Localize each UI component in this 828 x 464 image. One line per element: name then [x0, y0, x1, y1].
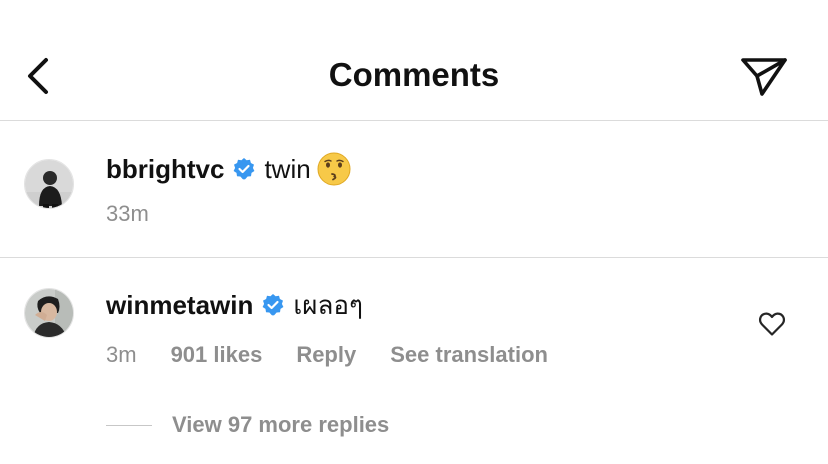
- verified-badge-icon: [262, 294, 284, 316]
- replies-line: [106, 424, 152, 426]
- comment-username[interactable]: bbrightvc: [106, 154, 224, 184]
- view-more-replies-button[interactable]: View 97 more replies: [106, 412, 389, 438]
- header-divider: [0, 120, 828, 121]
- kissing-face-emoji: [317, 152, 351, 186]
- comment-meta: 33m: [106, 201, 183, 227]
- comment-body: winmetawin เผลอๆ: [106, 290, 363, 320]
- heart-outline-icon: [758, 312, 786, 336]
- comment-body: bbrightvc twin: [106, 152, 351, 186]
- comment-text: เผลอๆ: [293, 290, 363, 320]
- comment-text: twin: [264, 154, 311, 184]
- comment-time: 33m: [106, 201, 149, 226]
- avatar[interactable]: [24, 288, 74, 338]
- profile-photo: [25, 289, 73, 337]
- page-title: Comments: [328, 56, 500, 93]
- like-button[interactable]: [758, 311, 786, 337]
- comment-username[interactable]: winmetawin: [106, 290, 253, 320]
- comment-meta: 3m 901 likes Reply See translation: [106, 342, 582, 368]
- comment-time: 3m: [106, 342, 137, 367]
- reply-button[interactable]: Reply: [296, 342, 356, 368]
- profile-photo: [25, 160, 73, 208]
- verified-badge-icon: [234, 158, 255, 180]
- comment-divider: [0, 257, 828, 258]
- likes-count[interactable]: 901 likes: [171, 342, 263, 368]
- see-translation-link[interactable]: See translation: [390, 342, 548, 368]
- avatar[interactable]: [24, 159, 74, 209]
- paper-plane-icon: [741, 58, 787, 96]
- header: Comments: [0, 0, 828, 120]
- share-button[interactable]: [738, 52, 790, 100]
- view-replies-label: View 97 more replies: [172, 412, 390, 437]
